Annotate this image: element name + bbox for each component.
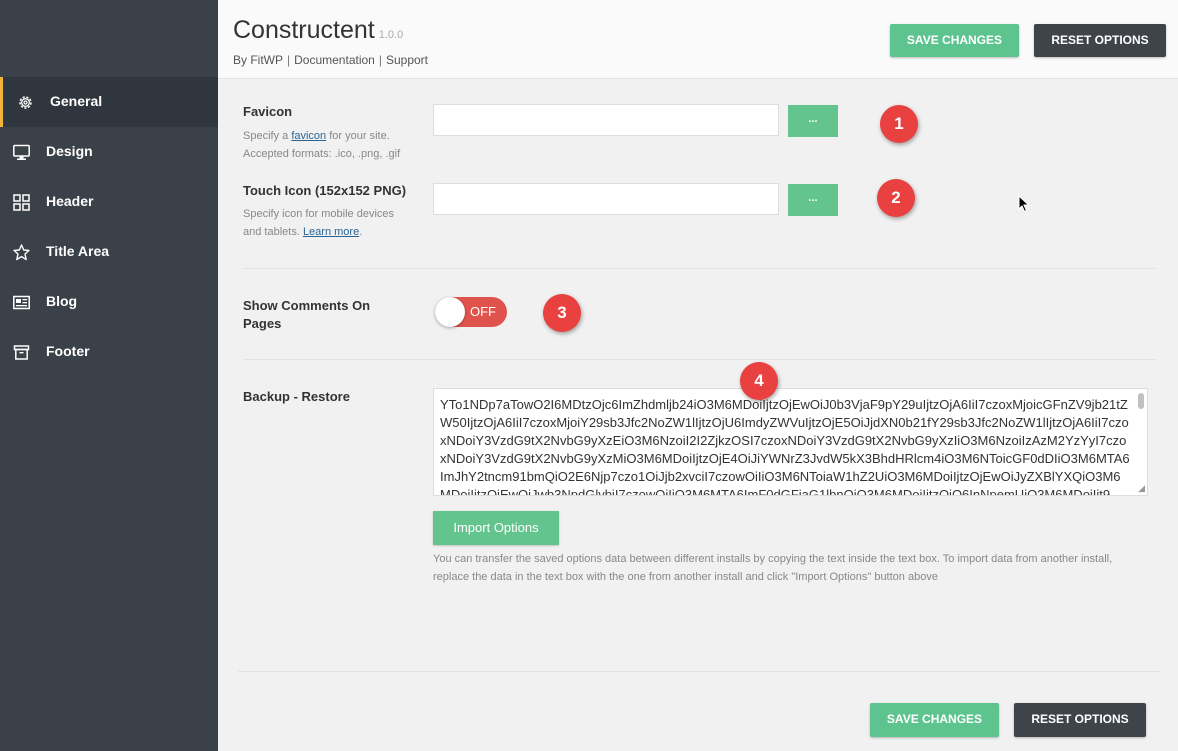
step-badge-3: 3 bbox=[543, 294, 581, 332]
sidebar-item-label: Blog bbox=[46, 293, 78, 309]
footer-divider bbox=[238, 671, 1160, 672]
reset-options-button[interactable]: RESET OPTIONS bbox=[1034, 24, 1166, 57]
page-title: Constructent 1.0.0 bbox=[233, 16, 403, 45]
sidebar-nav: General Design Header Title Area Blog Fo… bbox=[0, 77, 218, 377]
favicon-desc-suffix: for your site. bbox=[329, 130, 390, 142]
touch-icon-label: Touch Icon (152x152 PNG) bbox=[243, 183, 407, 198]
favicon-desc-prefix: Specify a bbox=[243, 130, 289, 142]
sidebar-item-header[interactable]: Header bbox=[0, 177, 218, 227]
favicon-formats: Accepted formats: .ico, .png, .gif bbox=[243, 148, 401, 160]
touch-icon-browse-button[interactable]: ... bbox=[788, 184, 838, 216]
touch-icon-description: Specify icon for mobile devices and tabl… bbox=[243, 205, 423, 241]
sidebar: General Design Header Title Area Blog Fo… bbox=[0, 0, 218, 751]
author-link[interactable]: By FitWP bbox=[233, 53, 283, 67]
touch-icon-url-input[interactable] bbox=[433, 183, 779, 215]
support-link[interactable]: Support bbox=[386, 53, 428, 67]
scrollbar-thumb[interactable] bbox=[1138, 393, 1144, 409]
documentation-link[interactable]: Documentation bbox=[294, 53, 375, 67]
sidebar-item-title-area[interactable]: Title Area bbox=[0, 227, 218, 277]
backup-data-text: YTo1NDp7aTowO2I6MDtzOjc6ImZhdmljb24iO3M6… bbox=[440, 397, 1130, 496]
link-separator: | bbox=[378, 53, 382, 67]
touch-icon-desc-prefix: and tablets. bbox=[243, 226, 300, 238]
section-divider bbox=[243, 359, 1156, 360]
theme-name: Constructent bbox=[233, 16, 375, 44]
sidebar-item-label: Header bbox=[46, 193, 94, 209]
step-badge-4: 4 bbox=[740, 362, 778, 400]
learn-more-link[interactable]: Learn more bbox=[303, 226, 359, 238]
sidebar-item-blog[interactable]: Blog bbox=[0, 277, 218, 327]
star-icon bbox=[13, 244, 30, 261]
backup-textarea[interactable]: YTo1NDp7aTowO2I6MDtzOjc6ImZhdmljb24iO3M6… bbox=[433, 388, 1148, 496]
sidebar-item-footer[interactable]: Footer bbox=[0, 327, 218, 377]
backup-restore-label: Backup - Restore bbox=[243, 389, 350, 404]
touch-icon-desc-end: . bbox=[359, 226, 363, 238]
favicon-link[interactable]: favicon bbox=[291, 130, 326, 142]
show-comments-toggle[interactable]: OFF bbox=[435, 297, 507, 327]
toggle-state-label: OFF bbox=[470, 304, 496, 319]
toggle-knob bbox=[435, 297, 465, 327]
sidebar-item-label: General bbox=[50, 93, 103, 109]
textarea-scrollbar[interactable] bbox=[1136, 390, 1146, 494]
import-help-text: You can transfer the saved options data … bbox=[433, 553, 1113, 583]
link-separator: | bbox=[287, 53, 291, 67]
sidebar-item-label: Design bbox=[46, 143, 93, 159]
save-changes-button[interactable]: SAVE CHANGES bbox=[890, 24, 1019, 57]
favicon-label: Favicon bbox=[243, 104, 293, 119]
footer-save-changes-button[interactable]: SAVE CHANGES bbox=[870, 703, 999, 737]
show-comments-label: Show Comments On Pages bbox=[243, 298, 371, 331]
step-badge-2: 2 bbox=[877, 179, 915, 217]
sidebar-item-label: Title Area bbox=[46, 243, 110, 259]
blog-icon bbox=[13, 295, 30, 310]
import-options-button[interactable]: Import Options bbox=[433, 511, 559, 545]
header-links: By FitWP | Documentation | Support bbox=[233, 53, 428, 67]
archive-icon bbox=[13, 345, 30, 360]
touch-icon-desc-line1: Specify icon for mobile devices bbox=[243, 208, 395, 220]
favicon-browse-button[interactable]: ... bbox=[788, 105, 838, 137]
favicon-url-input[interactable] bbox=[433, 104, 779, 136]
mouse-cursor-icon bbox=[1018, 195, 1030, 213]
resize-handle-icon[interactable]: ◢ bbox=[1138, 484, 1145, 493]
sidebar-item-general[interactable]: General bbox=[0, 77, 218, 127]
sidebar-item-design[interactable]: Design bbox=[0, 127, 218, 177]
sidebar-item-label: Footer bbox=[46, 343, 90, 359]
footer-reset-options-button[interactable]: RESET OPTIONS bbox=[1014, 703, 1146, 737]
monitor-icon bbox=[13, 144, 30, 160]
version-label: 1.0.0 bbox=[378, 29, 404, 41]
page-header: Constructent 1.0.0 By FitWP | Documentation… bbox=[218, 0, 1178, 79]
grid-icon bbox=[13, 194, 30, 211]
step-badge-1: 1 bbox=[880, 105, 918, 143]
section-divider bbox=[243, 268, 1156, 269]
gear-icon bbox=[19, 96, 32, 109]
favicon-description: Specify a favicon for your site. Accepte… bbox=[243, 127, 423, 163]
